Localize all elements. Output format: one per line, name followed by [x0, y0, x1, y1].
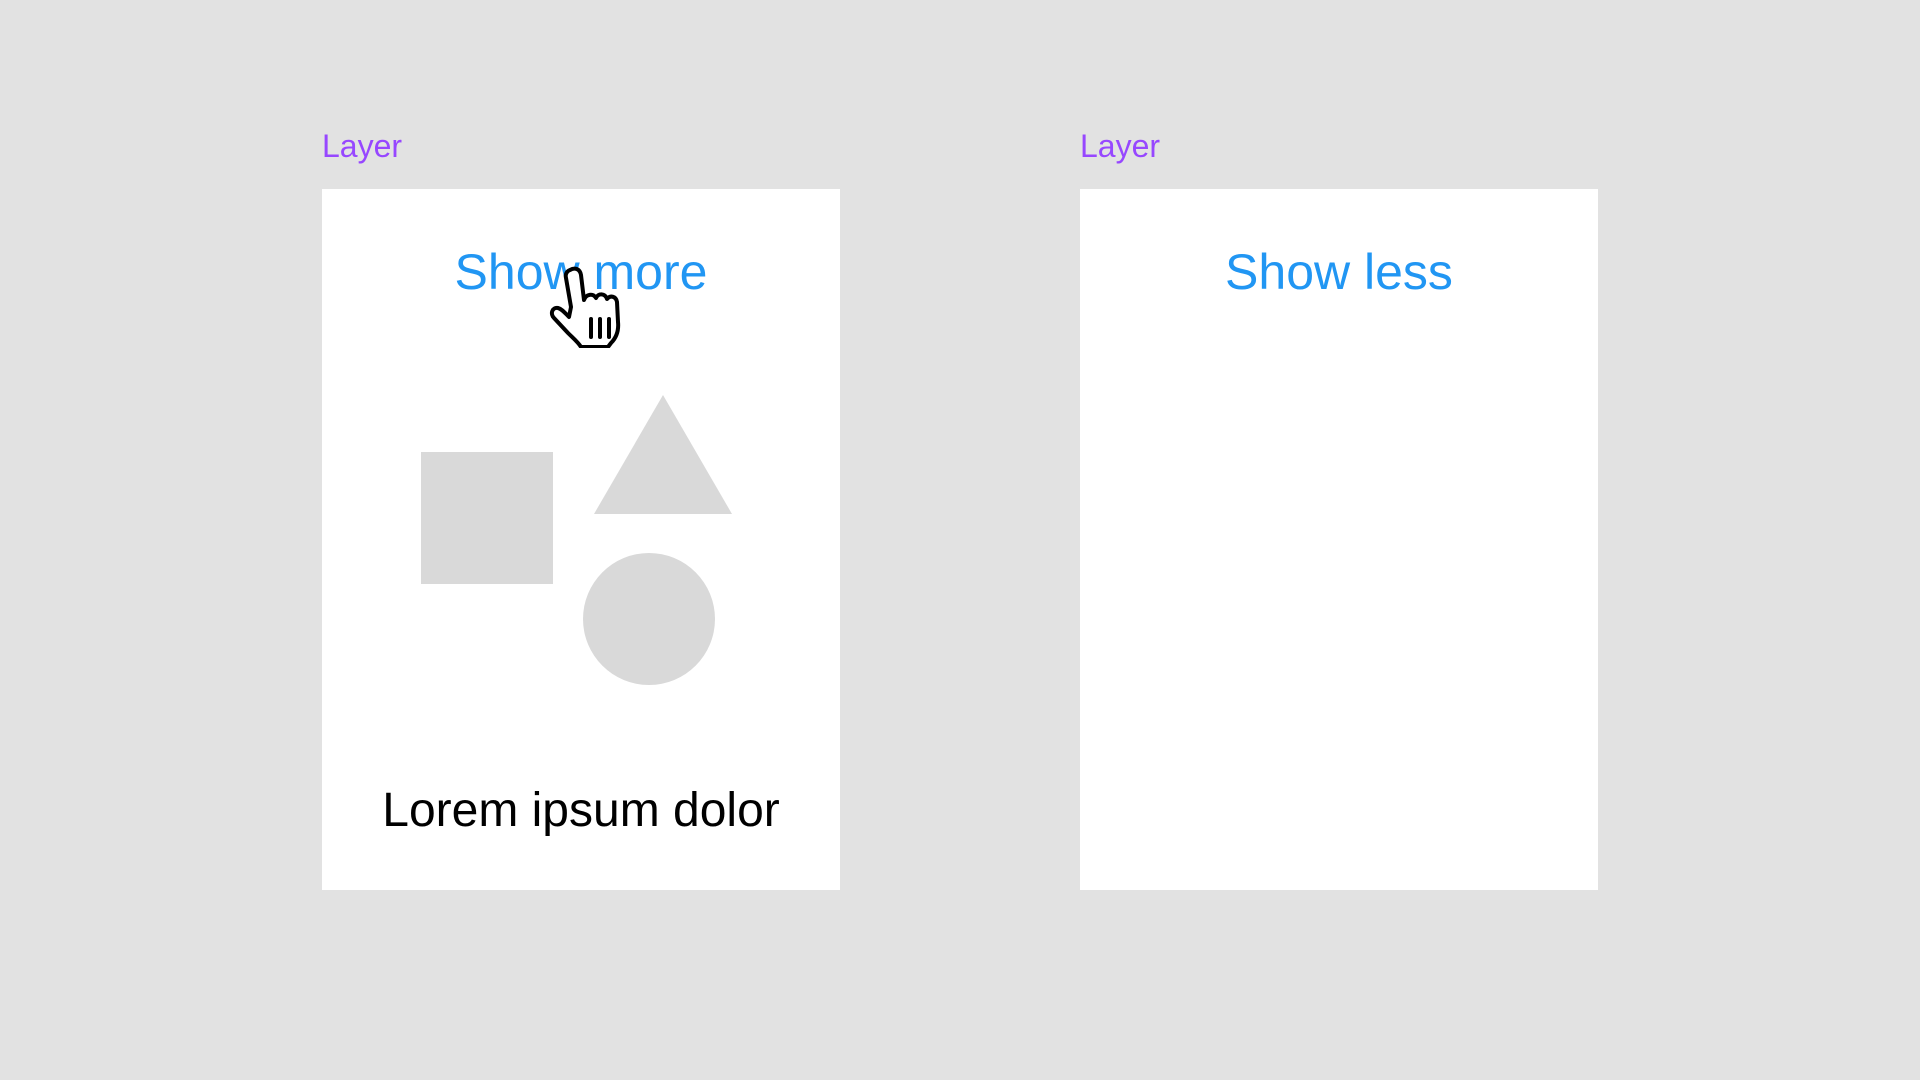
circle-shape — [583, 553, 715, 685]
layer-label-left[interactable]: Layer — [322, 126, 402, 166]
lorem-text: Lorem ipsum dolor — [382, 784, 780, 837]
show-less-link[interactable]: Show less — [1080, 241, 1598, 303]
show-more-link[interactable]: Show more — [322, 241, 840, 303]
square-shape — [421, 452, 553, 584]
design-canvas: Layer Show more Lorem ipsum dolor Layer … — [0, 0, 1920, 1080]
triangle-shape — [594, 395, 732, 514]
frame-collapsed: Show less — [1080, 189, 1598, 890]
frame-expanded: Show more Lorem ipsum dolor — [322, 189, 840, 890]
layer-label-right[interactable]: Layer — [1080, 126, 1160, 166]
